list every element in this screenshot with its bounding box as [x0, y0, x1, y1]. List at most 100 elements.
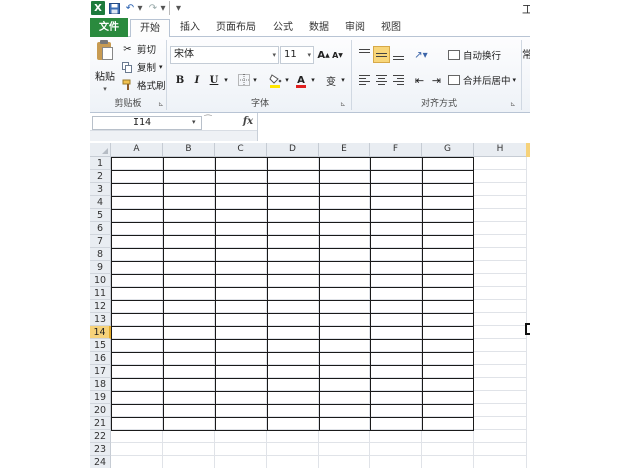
- cell-b21[interactable]: [163, 417, 215, 430]
- cell-b15[interactable]: [163, 339, 215, 352]
- cell-e15[interactable]: [319, 339, 370, 352]
- cell-h24[interactable]: [474, 456, 527, 468]
- cell-b22[interactable]: [163, 430, 215, 443]
- font-color-button[interactable]: A: [293, 71, 309, 89]
- cell-e20[interactable]: [319, 404, 370, 417]
- cell-h13[interactable]: [474, 313, 527, 326]
- cell-g4[interactable]: [422, 196, 474, 209]
- row-header-24[interactable]: 24: [90, 456, 111, 468]
- cell-b4[interactable]: [163, 196, 215, 209]
- cell-e2[interactable]: [319, 170, 370, 183]
- underline-button[interactable]: U: [206, 71, 222, 89]
- cell-d16[interactable]: [267, 352, 319, 365]
- redo-dropdown-icon[interactable]: ▾: [159, 1, 167, 15]
- cell-a10[interactable]: [111, 274, 163, 287]
- cell-a2[interactable]: [111, 170, 163, 183]
- cell-g8[interactable]: [422, 248, 474, 261]
- cell-e7[interactable]: [319, 235, 370, 248]
- cell-f14[interactable]: [370, 326, 422, 339]
- cell-h8[interactable]: [474, 248, 527, 261]
- cell-d24[interactable]: [267, 456, 319, 468]
- cell-e8[interactable]: [319, 248, 370, 261]
- fill-color-icon[interactable]: [267, 71, 283, 89]
- cell-g24[interactable]: [422, 456, 474, 468]
- cell-h23[interactable]: [474, 443, 527, 456]
- row-header-10[interactable]: 10: [90, 274, 111, 287]
- insert-function-button[interactable]: fx: [240, 116, 256, 130]
- cell-d9[interactable]: [267, 261, 319, 274]
- cell-a3[interactable]: [111, 183, 163, 196]
- wrap-text-button[interactable]: 自动换行: [448, 46, 508, 64]
- font-name-select[interactable]: 宋体 ▾: [170, 46, 279, 64]
- cell-a17[interactable]: [111, 365, 163, 378]
- row-header-4[interactable]: 4: [90, 196, 111, 209]
- align-right-icon[interactable]: [390, 71, 407, 88]
- cell-b1[interactable]: [163, 157, 215, 170]
- cell-c16[interactable]: [215, 352, 267, 365]
- cell-g6[interactable]: [422, 222, 474, 235]
- cell-g11[interactable]: [422, 287, 474, 300]
- row-header-13[interactable]: 13: [90, 313, 111, 326]
- cell-c13[interactable]: [215, 313, 267, 326]
- phonetic-guide-button[interactable]: 变: [322, 71, 340, 89]
- cell-c9[interactable]: [215, 261, 267, 274]
- column-header-f[interactable]: F: [370, 143, 422, 157]
- row-header-20[interactable]: 20: [90, 404, 111, 417]
- cell-d13[interactable]: [267, 313, 319, 326]
- cell-h22[interactable]: [474, 430, 527, 443]
- cell-d11[interactable]: [267, 287, 319, 300]
- cell-g2[interactable]: [422, 170, 474, 183]
- tab-file[interactable]: 文件: [90, 18, 128, 37]
- cell-h18[interactable]: [474, 378, 527, 391]
- undo-icon[interactable]: ↶: [124, 1, 136, 15]
- orientation-icon[interactable]: ↗▾: [411, 46, 431, 64]
- font-size-select[interactable]: 11 ▾: [280, 46, 314, 64]
- cell-g1[interactable]: [422, 157, 474, 170]
- tab-data[interactable]: 数据: [304, 19, 334, 37]
- cell-b18[interactable]: [163, 378, 215, 391]
- cell-g7[interactable]: [422, 235, 474, 248]
- cell-b14[interactable]: [163, 326, 215, 339]
- row-header-17[interactable]: 17: [90, 365, 111, 378]
- align-middle-icon[interactable]: [373, 46, 390, 63]
- excel-logo-icon[interactable]: X: [91, 1, 105, 15]
- cell-e23[interactable]: [319, 443, 370, 456]
- borders-dropdown-icon[interactable]: ▾: [251, 71, 259, 89]
- increase-indent-icon[interactable]: ⇥: [428, 71, 445, 89]
- cell-h6[interactable]: [474, 222, 527, 235]
- cell-e24[interactable]: [319, 456, 370, 468]
- cell-b13[interactable]: [163, 313, 215, 326]
- cell-b24[interactable]: [163, 456, 215, 468]
- cell-e19[interactable]: [319, 391, 370, 404]
- cell-b2[interactable]: [163, 170, 215, 183]
- cell-a21[interactable]: [111, 417, 163, 430]
- undo-dropdown-icon[interactable]: ▾: [136, 1, 144, 15]
- cell-f18[interactable]: [370, 378, 422, 391]
- tab-home[interactable]: 开始: [130, 19, 170, 39]
- cell-c8[interactable]: [215, 248, 267, 261]
- cell-d6[interactable]: [267, 222, 319, 235]
- formula-input[interactable]: [258, 113, 530, 141]
- customize-quick-access-icon[interactable]: ▾: [174, 1, 183, 15]
- column-header-c[interactable]: C: [215, 143, 267, 157]
- cell-f17[interactable]: [370, 365, 422, 378]
- cell-e5[interactable]: [319, 209, 370, 222]
- cell-d2[interactable]: [267, 170, 319, 183]
- cell-b12[interactable]: [163, 300, 215, 313]
- cell-g14[interactable]: [422, 326, 474, 339]
- cell-a7[interactable]: [111, 235, 163, 248]
- cell-a22[interactable]: [111, 430, 163, 443]
- clipboard-launcher-icon[interactable]: ⊾: [158, 100, 164, 108]
- cell-g23[interactable]: [422, 443, 474, 456]
- row-header-7[interactable]: 7: [90, 235, 111, 248]
- cell-g3[interactable]: [422, 183, 474, 196]
- column-header-b[interactable]: B: [163, 143, 215, 157]
- cell-f3[interactable]: [370, 183, 422, 196]
- cell-c23[interactable]: [215, 443, 267, 456]
- cell-e14[interactable]: [319, 326, 370, 339]
- row-header-21[interactable]: 21: [90, 417, 111, 430]
- cell-c12[interactable]: [215, 300, 267, 313]
- cell-f15[interactable]: [370, 339, 422, 352]
- cell-f16[interactable]: [370, 352, 422, 365]
- cell-g18[interactable]: [422, 378, 474, 391]
